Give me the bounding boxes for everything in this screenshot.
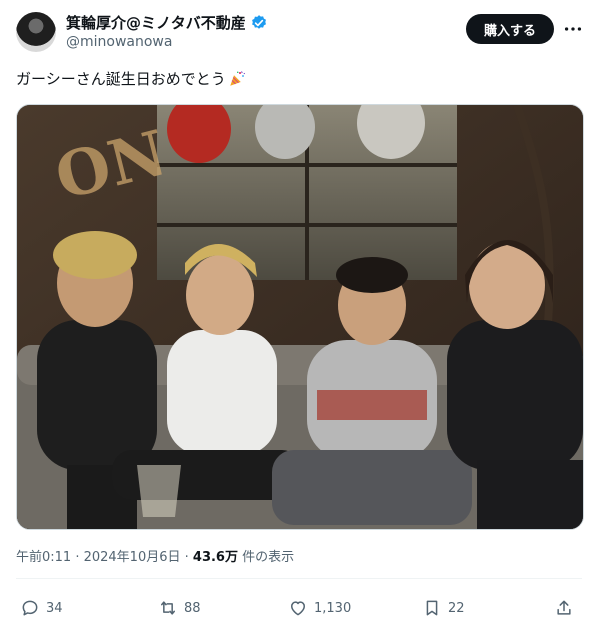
views-count: 43.6万 xyxy=(192,550,238,565)
buy-button[interactable]: 購入する xyxy=(466,14,554,44)
post-text-body: ガーシーさん誕生日おめでとう xyxy=(16,70,226,88)
reply-count: 34 xyxy=(46,600,63,616)
post-meta: 午前0:11 · 2024年10月6日 · 43.6万 件の表示 xyxy=(16,546,294,565)
post-photo[interactable]: ON xyxy=(16,104,584,530)
share-icon xyxy=(557,600,571,615)
author-avatar[interactable] xyxy=(16,12,56,52)
share-button[interactable] xyxy=(554,594,574,622)
author-name-row: 箕輪厚介@ミノタバ不動産 xyxy=(66,12,268,33)
bookmark-icon xyxy=(426,600,438,616)
repost-icon xyxy=(161,601,175,615)
party-popper-icon xyxy=(229,70,245,86)
post-text: ガーシーさん誕生日おめでとう xyxy=(16,68,246,89)
heart-icon xyxy=(291,601,305,616)
author-display-name[interactable]: 箕輪厚介@ミノタバ不動産 xyxy=(66,12,246,33)
photo-four-men-on-couch: ON xyxy=(17,105,583,529)
action-bar: 34 88 1,130 22 xyxy=(16,594,582,622)
author-handle[interactable]: @minowanowa xyxy=(66,34,172,50)
views-label: 件の表示 xyxy=(237,550,295,565)
meta-separator: · xyxy=(180,550,193,565)
repost-count: 88 xyxy=(184,600,201,616)
post-header: 箕輪厚介@ミノタバ不動産 @minowanowa 購入する xyxy=(0,0,598,64)
like-button[interactable]: 1,130 xyxy=(288,594,351,622)
more-horizontal-icon[interactable] xyxy=(562,18,584,40)
like-count: 1,130 xyxy=(314,600,352,616)
verified-badge-icon xyxy=(251,14,266,29)
reply-icon xyxy=(22,600,38,616)
divider xyxy=(16,578,582,579)
bookmark-count: 22 xyxy=(448,600,465,616)
repost-button[interactable]: 88 xyxy=(158,594,201,622)
reply-button[interactable]: 34 xyxy=(20,594,63,622)
bookmark-button[interactable]: 22 xyxy=(422,594,465,622)
post-timestamp[interactable]: 午前0:11 · 2024年10月6日 xyxy=(16,550,181,565)
